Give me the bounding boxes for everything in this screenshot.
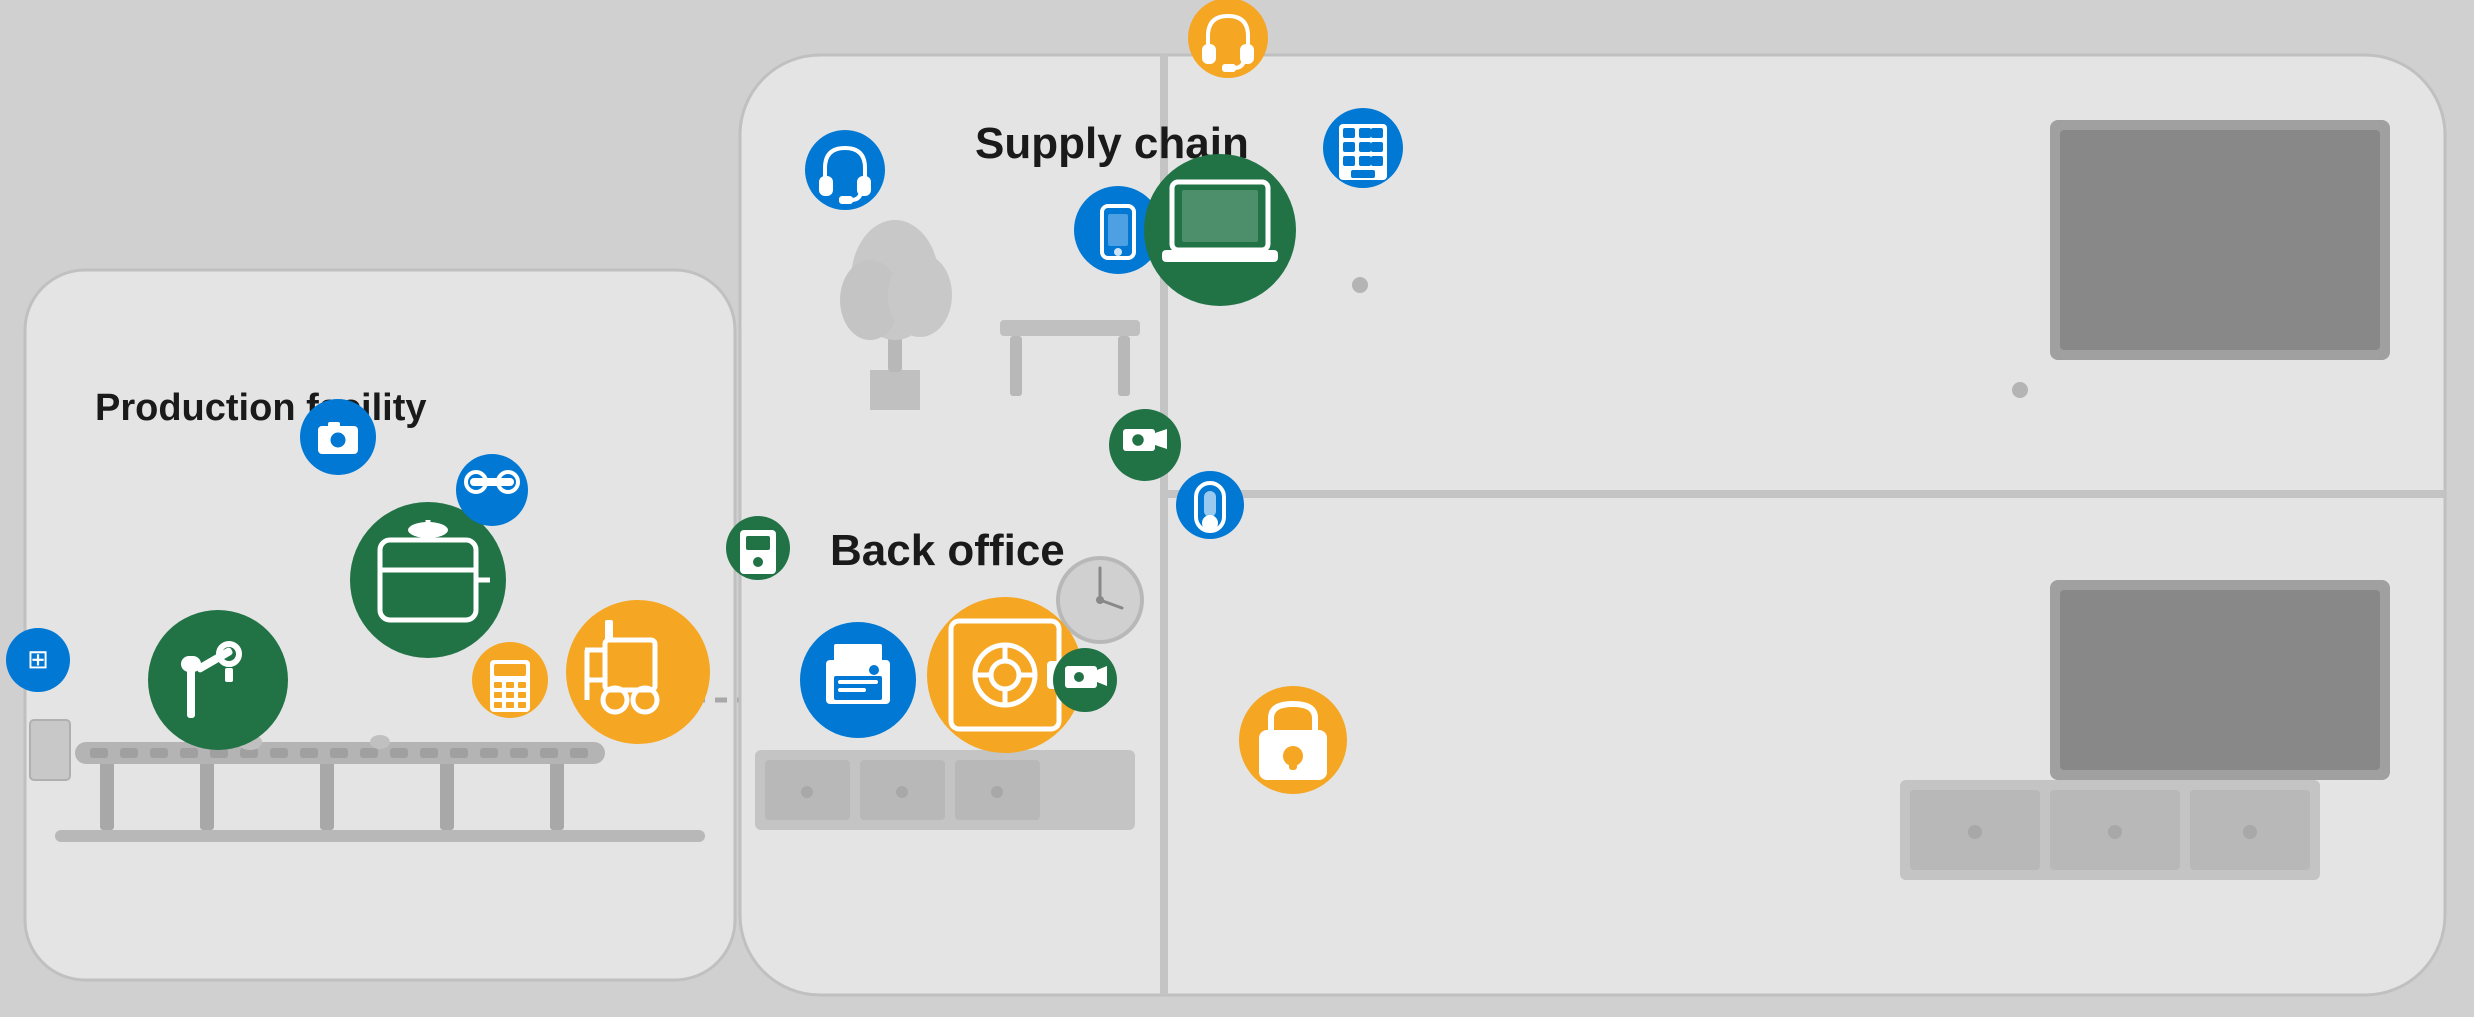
robot-arm-icon [148,610,288,750]
production-facility-label: Production facility [95,387,426,429]
conveyor-icon [456,454,528,526]
back-office-label: Back office [830,526,1065,575]
svg-text:⊞: ⊞ [27,644,49,674]
